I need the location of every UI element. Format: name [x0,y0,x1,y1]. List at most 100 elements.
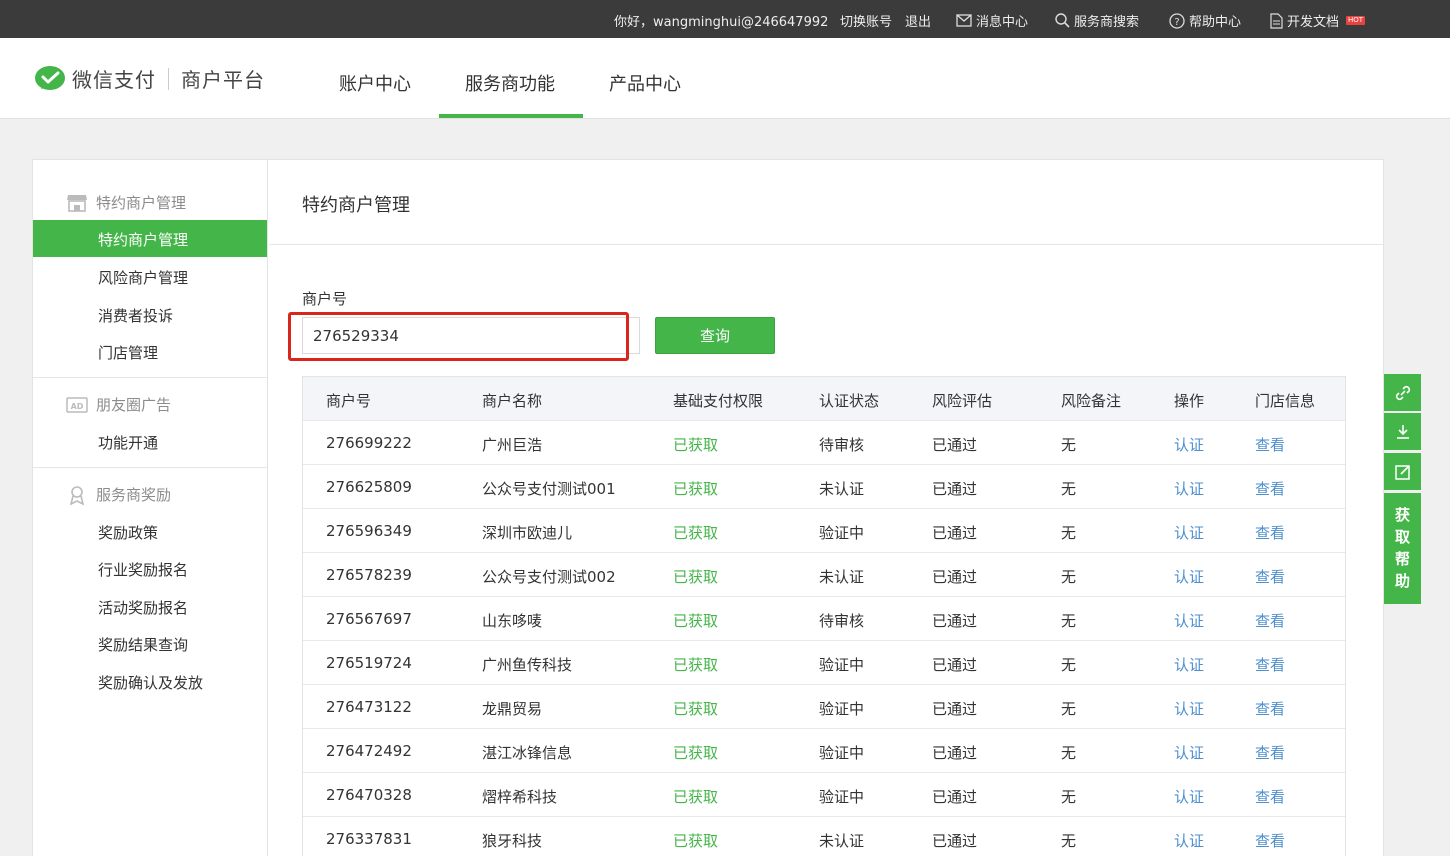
nav-provider-functions[interactable]: 服务商功能 [465,70,555,96]
cell-payment-permission: 已获取 [673,568,719,586]
sidebar-item-industry-reward-signup[interactable]: 行业奖励报名 [98,559,188,580]
cell-payment-permission: 已获取 [673,788,719,806]
cell-payment-permission: 已获取 [673,436,719,454]
auth-link[interactable]: 认证 [1174,830,1204,851]
table-row: 276519724 广州鱼传科技 已获取 验证中 已通过 无 认证 查看 [303,641,1345,685]
download-icon [1396,424,1409,439]
view-store-link[interactable]: 查看 [1255,698,1285,719]
cell-risk-notes: 无 [1061,524,1077,542]
cell-risk-assessment: 已通过 [932,524,978,542]
view-store-link[interactable]: 查看 [1255,830,1285,851]
view-store-link[interactable]: 查看 [1255,742,1285,763]
help-center-link[interactable]: ? 帮助中心 [1169,11,1241,30]
page-title: 特约商户管理 [302,195,410,216]
view-store-link[interactable]: 查看 [1255,566,1285,587]
get-help-button[interactable]: 获 取 帮 助 [1384,493,1421,604]
wechat-pay-logo-icon [35,65,65,90]
cell-auth-status: 待审核 [819,612,865,630]
auth-link[interactable]: 认证 [1174,478,1204,499]
cell-merchant-id: 276337831 [326,830,412,848]
download-button[interactable] [1384,413,1421,450]
sidebar-group-title: 朋友圈广告 [96,396,172,414]
view-store-link[interactable]: 查看 [1255,434,1285,455]
sidebar-item-label: 特约商户管理 [98,231,189,249]
view-store-link[interactable]: 查看 [1255,786,1285,807]
sidebar-group-provider-rewards: 服务商奖励 [66,484,171,505]
sidebar-group-merchant-mgmt: 特约商户管理 [66,192,186,213]
view-store-link[interactable]: 查看 [1255,610,1285,631]
sidebar-group-moments-ads: AD 朋友圈广告 [66,394,171,415]
sidebar-item-reward-policy[interactable]: 奖励政策 [98,522,158,543]
logo-divider [168,67,169,90]
column-header-risk-assessment: 风险评估 [932,392,993,410]
sidebar-divider [33,467,267,468]
edit-icon [1394,464,1410,480]
sidebar-item-reward-confirm-payout[interactable]: 奖励确认及发放 [98,672,203,693]
merchant-id-label: 商户号 [302,290,348,308]
active-nav-indicator [439,114,583,118]
auth-link[interactable]: 认证 [1174,698,1204,719]
sidebar-item-enable-feature[interactable]: 功能开通 [98,432,158,453]
view-store-link[interactable]: 查看 [1255,522,1285,543]
cell-merchant-id: 276625809 [326,478,412,496]
query-button[interactable]: 查询 [655,317,775,354]
document-icon [1270,12,1283,29]
table-row: 276470328 熠梓希科技 已获取 验证中 已通过 无 认证 查看 [303,773,1345,817]
search-icon [1055,13,1070,28]
nav-account-center[interactable]: 账户中心 [339,70,411,96]
auth-link[interactable]: 认证 [1174,610,1204,631]
cell-auth-status: 验证中 [819,524,865,542]
auth-link[interactable]: 认证 [1174,786,1204,807]
cell-auth-status: 验证中 [819,744,865,762]
dev-docs-link[interactable]: 开发文档 HOT [1270,11,1366,30]
logout-link[interactable]: 退出 [905,11,931,30]
cell-payment-permission: 已获取 [673,700,719,718]
sidebar-item-activity-reward-signup[interactable]: 活动奖励报名 [98,597,188,618]
cell-risk-notes: 无 [1061,436,1077,454]
sidebar-item-store-mgmt[interactable]: 门店管理 [98,342,158,363]
help-char: 帮 [1394,550,1410,568]
svg-text:?: ? [1174,17,1179,28]
view-store-link[interactable]: 查看 [1255,478,1285,499]
cell-merchant-id: 276470328 [326,786,412,804]
nav-product-center[interactable]: 产品中心 [609,70,681,96]
cell-risk-notes: 无 [1061,832,1077,850]
table-row: 276337831 狼牙科技 已获取 未认证 已通过 无 认证 查看 [303,817,1345,856]
cell-merchant-name: 狼牙科技 [482,832,543,850]
cell-merchant-id: 276473122 [326,698,412,716]
cell-payment-permission: 已获取 [673,656,719,674]
cell-risk-assessment: 已通过 [932,656,978,674]
main-panel: 特约商户管理 特约商户管理 风险商户管理 消费者投诉 门店管理 AD 朋友圈广告… [32,159,1384,856]
provider-search-link[interactable]: 服务商搜索 [1055,11,1139,30]
sidebar-item-risk-merchant-mgmt[interactable]: 风险商户管理 [98,267,188,288]
auth-link[interactable]: 认证 [1174,654,1204,675]
auth-link[interactable]: 认证 [1174,742,1204,763]
cell-payment-permission: 已获取 [673,524,719,542]
sidebar-item-reward-result-query[interactable]: 奖励结果查询 [98,634,188,655]
column-header-payment-permission: 基础支付权限 [673,392,764,410]
sidebar-item-special-merchant-mgmt[interactable]: 特约商户管理 [33,220,267,257]
table-row: 276567697 山东哆唛 已获取 待审核 已通过 无 认证 查看 [303,597,1345,641]
provider-search-label: 服务商搜索 [1074,15,1140,30]
feedback-button[interactable] [1384,453,1421,490]
switch-account-link[interactable]: 切换账号 [840,11,892,30]
wechat-pay-logo[interactable]: 微信支付 商户平台 [34,64,265,93]
cell-risk-assessment: 已通过 [932,612,978,630]
view-store-link[interactable]: 查看 [1255,654,1285,675]
auth-link[interactable]: 认证 [1174,522,1204,543]
cell-auth-status: 未认证 [819,480,865,498]
sidebar-item-consumer-complaints[interactable]: 消费者投诉 [98,305,173,326]
share-link-button[interactable] [1384,374,1421,411]
cell-risk-assessment: 已通过 [932,480,978,498]
reward-icon [69,485,85,505]
cell-merchant-id: 276519724 [326,654,412,672]
message-center-link[interactable]: 消息中心 [956,11,1028,30]
store-icon [67,194,87,212]
user-greeting: 你好，wangminghui@246647992 [614,15,829,30]
auth-link[interactable]: 认证 [1174,434,1204,455]
cell-risk-assessment: 已通过 [932,568,978,586]
cell-merchant-id: 276567697 [326,610,412,628]
cell-risk-notes: 无 [1061,788,1077,806]
merchant-id-input[interactable] [313,318,633,353]
auth-link[interactable]: 认证 [1174,566,1204,587]
